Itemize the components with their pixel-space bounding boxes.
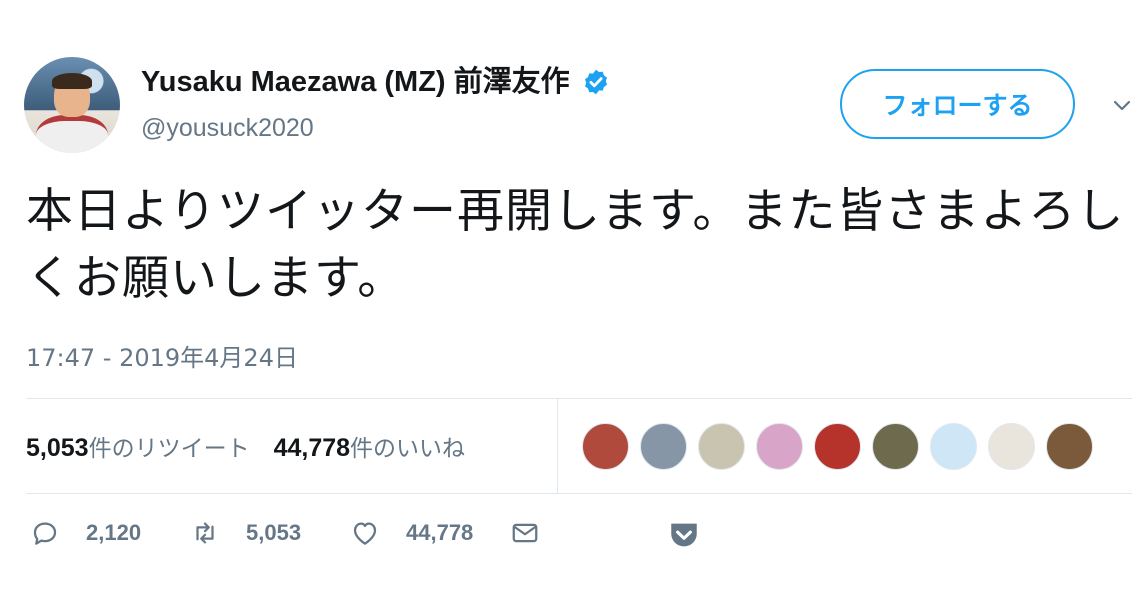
heart-icon	[353, 522, 377, 545]
tweet-stats: 5,053 件のリツイート 44,778 件のいいね	[26, 429, 489, 463]
liker-avatar-5[interactable]	[814, 423, 861, 470]
liker-avatar-8[interactable]	[988, 423, 1035, 470]
avatar[interactable]	[24, 57, 120, 153]
liker-avatar-3[interactable]	[698, 423, 745, 470]
tweet-actions: 2,120 5,053 44,778	[30, 518, 670, 548]
liker-avatars	[582, 423, 1104, 470]
likes-stat-count: 44,778	[273, 434, 351, 462]
liker-avatar-2[interactable]	[640, 423, 687, 470]
reply-count: 2,120	[86, 520, 142, 545]
liker-avatar-6[interactable]	[872, 423, 919, 470]
follow-button[interactable]: フォローする	[840, 69, 1075, 139]
divider-bottom	[26, 493, 1132, 494]
pocket-icon[interactable]	[667, 518, 701, 552]
likes-stat-label: 件のいいね	[350, 436, 466, 462]
retweets-stat-label: 件のリツイート	[88, 436, 250, 462]
like-button[interactable]: 44,778	[350, 518, 510, 548]
tweet-timestamp[interactable]: 17:47 - 2019年4月24日	[26, 338, 298, 373]
reply-icon	[33, 522, 57, 545]
avatar-hair	[52, 73, 92, 89]
like-count: 44,778	[406, 520, 474, 545]
retweets-stat-count: 5,053	[26, 434, 89, 462]
tweet-text: 本日よりツイッター再開します。また皆さまよろしくお願いします。	[26, 184, 1125, 306]
likes-stat[interactable]: 44,778 件のいいね	[274, 429, 465, 463]
liker-avatar-9[interactable]	[1046, 423, 1093, 470]
avatar-suit	[36, 115, 108, 153]
liker-avatar-4[interactable]	[756, 423, 803, 470]
retweets-stat[interactable]: 5,053 件のリツイート	[26, 429, 250, 463]
user-name[interactable]: Yusaku Maezawa (MZ) 前澤友作	[141, 64, 610, 100]
user-handle[interactable]: @yousuck2020	[141, 114, 314, 143]
retweet-button[interactable]: 5,053	[190, 518, 350, 548]
envelope-icon	[512, 523, 538, 543]
direct-message-button[interactable]	[510, 518, 670, 548]
retweet-icon	[196, 522, 214, 544]
retweet-count: 5,053	[246, 520, 302, 545]
stats-divider	[557, 398, 558, 493]
divider-top	[26, 398, 1132, 399]
liker-avatar-1[interactable]	[582, 423, 629, 470]
reply-button[interactable]: 2,120	[30, 518, 190, 548]
verified-badge-icon	[584, 69, 607, 95]
user-name-text[interactable]: Yusaku Maezawa (MZ) 前澤友作	[141, 64, 570, 100]
liker-avatar-7[interactable]	[930, 423, 977, 470]
chevron-down-icon[interactable]	[1112, 96, 1132, 116]
